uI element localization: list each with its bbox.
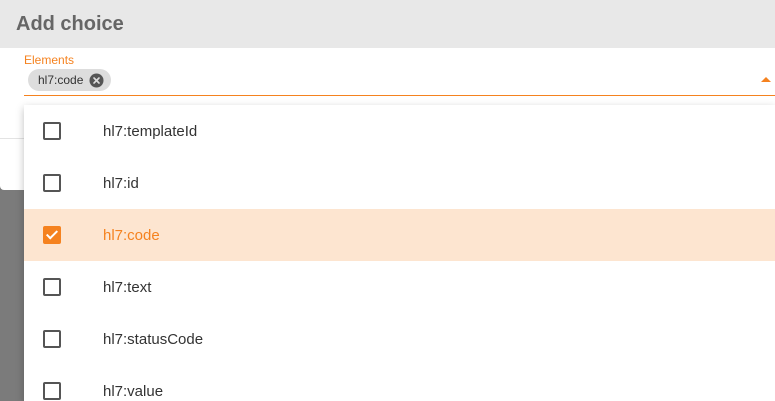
checkbox[interactable]	[43, 330, 61, 348]
checkbox[interactable]	[43, 382, 61, 400]
option-label: hl7:text	[103, 278, 152, 296]
elements-field-label: Elements	[24, 53, 75, 67]
checkmark-icon	[45, 227, 59, 240]
checkbox[interactable]	[43, 226, 61, 244]
selected-chip: hl7:code	[28, 69, 112, 91]
chip-label: hl7:code	[38, 73, 84, 87]
option-label: hl7:statusCode	[103, 330, 204, 348]
checkbox[interactable]	[43, 174, 61, 192]
checkbox[interactable]	[43, 278, 61, 296]
option-templateid[interactable]: hl7:templateId	[24, 105, 775, 157]
option-code[interactable]: hl7:code	[24, 209, 775, 261]
option-text[interactable]: hl7:text	[24, 261, 775, 313]
option-label: hl7:value	[103, 382, 164, 400]
option-label: hl7:id	[103, 174, 139, 192]
option-label: hl7:templateId	[103, 122, 198, 140]
dialog-title: Add choice	[16, 12, 124, 35]
elements-select-field[interactable]: Elements hl7:code	[24, 48, 775, 96]
close-circle-icon[interactable]	[89, 73, 104, 88]
caret-up-icon[interactable]	[761, 77, 771, 82]
elements-dropdown-menu: hl7:templateId hl7:id hl7:code hl7:text …	[24, 105, 775, 401]
checkbox[interactable]	[43, 122, 61, 140]
option-label: hl7:code	[103, 226, 160, 244]
option-id[interactable]: hl7:id	[24, 157, 775, 209]
option-value[interactable]: hl7:value	[24, 365, 775, 401]
option-statuscode[interactable]: hl7:statusCode	[24, 313, 775, 365]
dialog-header: Add choice	[0, 0, 775, 48]
